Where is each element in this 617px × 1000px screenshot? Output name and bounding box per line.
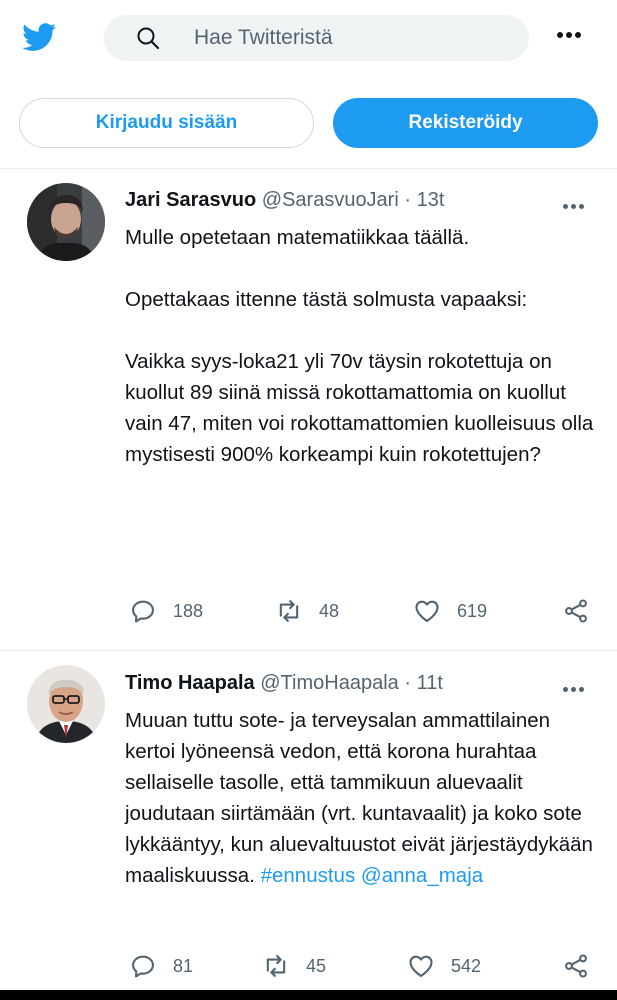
- share-button[interactable]: [562, 952, 590, 980]
- like-count: 542: [451, 955, 482, 976]
- avatar[interactable]: [27, 665, 105, 743]
- retweet-count: 45: [306, 955, 327, 976]
- like-button[interactable]: 619: [413, 597, 487, 625]
- search-box[interactable]: [104, 15, 529, 61]
- tweet-paragraph: Muuan tuttu sote- ja terveysalan ammatti…: [125, 705, 595, 891]
- tweet-more-icon[interactable]: [563, 679, 587, 697]
- author-handle[interactable]: @TimoHaapala: [260, 672, 399, 694]
- heart-icon: [409, 955, 433, 977]
- retweet-button[interactable]: 48: [275, 597, 339, 625]
- tweet-text: Muuan tuttu sote- ja terveysalan ammatti…: [125, 705, 595, 891]
- avatar[interactable]: [27, 183, 105, 261]
- author-name[interactable]: Timo Haapala: [125, 672, 255, 694]
- reply-icon: [132, 600, 154, 623]
- hashtag-link[interactable]: #ennustus: [261, 864, 356, 887]
- reply-icon: [132, 955, 154, 978]
- bottom-bar: [0, 990, 617, 1000]
- reply-button[interactable]: 188: [129, 597, 203, 625]
- search-icon: [137, 27, 160, 50]
- reply-count: 188: [173, 600, 204, 621]
- author-handle[interactable]: @SarasvuoJari: [262, 189, 399, 211]
- tweet-actions: 81 45 542: [0, 952, 617, 982]
- separator: ·: [404, 189, 412, 211]
- retweet-count: 48: [319, 600, 340, 621]
- tweet-more-icon[interactable]: [563, 196, 587, 214]
- twitter-logo-icon[interactable]: [19, 20, 60, 54]
- search-input[interactable]: [194, 15, 494, 61]
- tweet-card[interactable]: Jari Sarasvuo @SarasvuoJari · 13t Mulle …: [0, 168, 617, 650]
- share-icon: [565, 954, 587, 978]
- tweet-card[interactable]: Timo Haapala @TimoHaapala · 11t Muuan tu…: [0, 651, 617, 990]
- retweet-button[interactable]: 45: [262, 952, 326, 980]
- signup-button[interactable]: Rekisteröidy: [333, 98, 598, 148]
- login-button[interactable]: Kirjaudu sisään: [19, 98, 314, 148]
- retweet-icon: [279, 600, 299, 622]
- share-button[interactable]: [562, 597, 590, 625]
- heart-icon: [415, 600, 439, 622]
- tweet-paragraph: Opettakaas ittenne tästä solmusta vapaak…: [125, 288, 528, 311]
- retweet-icon: [266, 955, 286, 977]
- mention-link[interactable]: @anna_maja: [361, 864, 483, 887]
- timestamp[interactable]: 13t: [417, 189, 445, 211]
- reply-count: 81: [173, 955, 194, 976]
- tweet-header: Timo Haapala @TimoHaapala · 11t: [125, 672, 443, 695]
- more-menu-icon[interactable]: [557, 25, 597, 51]
- tweet-actions: 188 48 619: [0, 597, 617, 627]
- timestamp[interactable]: 11t: [417, 672, 443, 694]
- separator: ·: [404, 672, 411, 694]
- tweet-text: Mulle opetetaan matematiikkaa täällä. Op…: [125, 222, 595, 470]
- tweet-paragraph: Mulle opetetaan matematiikkaa täällä.: [125, 226, 470, 249]
- like-button[interactable]: 542: [407, 952, 481, 980]
- tweet-header: Jari Sarasvuo @SarasvuoJari · 13t: [125, 189, 444, 212]
- tweet-body-text: Muuan tuttu sote- ja terveysalan ammatti…: [125, 709, 593, 887]
- share-icon: [565, 599, 587, 623]
- tweet-paragraph: Vaikka syys-loka21 yli 70v täysin rokote…: [125, 350, 594, 466]
- top-bar: [0, 0, 617, 80]
- reply-button[interactable]: 81: [129, 952, 193, 980]
- author-name[interactable]: Jari Sarasvuo: [125, 189, 256, 211]
- like-count: 619: [457, 600, 488, 621]
